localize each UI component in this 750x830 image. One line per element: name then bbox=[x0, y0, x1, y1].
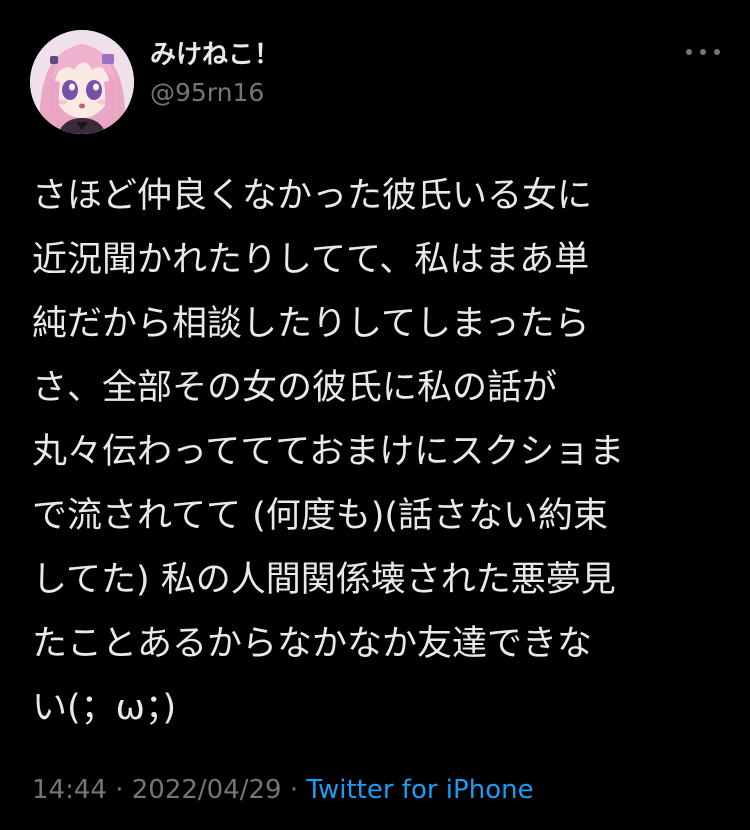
user-info[interactable]: みけねこ！ @95rn16 bbox=[150, 38, 280, 110]
display-name[interactable]: みけねこ！ bbox=[150, 38, 280, 72]
more-horizontal-icon bbox=[686, 49, 692, 55]
tweet-text-line: してた) 私の人間関係壊された悪夢見 bbox=[32, 560, 616, 600]
tweet-text-line: さほど仲良くなかった彼氏いる女に bbox=[32, 176, 593, 216]
avatar[interactable] bbox=[30, 30, 134, 134]
tweet-text: さほど仲良くなかった彼氏いる女に 近況聞かれたりしてて、私はまあ単 純だから相談… bbox=[32, 164, 732, 740]
tweet-text-line: 丸々伝わっててておまけにスクショま bbox=[32, 432, 625, 472]
more-horizontal-icon-dot-3 bbox=[714, 49, 720, 55]
tweet-time[interactable]: 14:44 bbox=[32, 775, 107, 805]
tweet-text-line: 純だから相談したりしてしまったら bbox=[32, 304, 590, 344]
tweet-source-link[interactable]: Twitter for iPhone bbox=[306, 775, 533, 805]
meta-separator: · bbox=[106, 775, 132, 805]
more-options-button[interactable] bbox=[686, 42, 720, 62]
tweet-text-line: 近況聞かれたりしてて、私はまあ単 bbox=[32, 240, 590, 280]
meta-separator: · bbox=[281, 775, 307, 805]
avatar-illustration bbox=[30, 30, 134, 134]
tweet-card: みけねこ！ @95rn16 さほど仲良くなかった彼氏いる女に 近況聞かれたりして… bbox=[0, 0, 750, 830]
tweet-text-line: たことあるからなかなか友達できな bbox=[32, 624, 593, 664]
tweet-metadata: 14:44 · 2022/04/29 · Twitter for iPhone bbox=[32, 770, 534, 810]
user-handle[interactable]: @95rn16 bbox=[150, 76, 280, 110]
tweet-text-line: い(；ω；) bbox=[32, 688, 177, 728]
more-horizontal-icon-dot-2 bbox=[700, 49, 706, 55]
tweet-date[interactable]: 2022/04/29 bbox=[132, 775, 282, 805]
tweet-text-line: さ、全部その女の彼氏に私の話が bbox=[32, 368, 558, 408]
tweet-text-line: で流されてて (何度も)(話さない約束 bbox=[32, 496, 609, 536]
